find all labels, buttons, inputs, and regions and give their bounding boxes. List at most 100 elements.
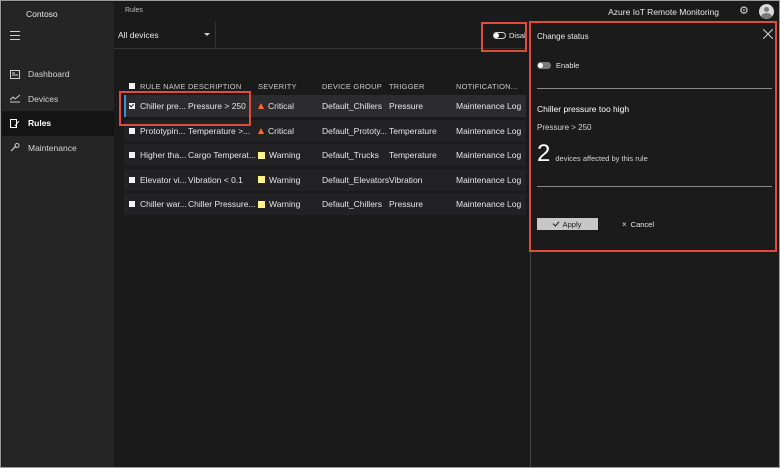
divider [537,186,772,187]
flyout-title: Change status [537,32,589,41]
rule-condition: Pressure > 250 [537,123,592,132]
sidebar-item-rules[interactable]: Rules [2,111,114,136]
change-status-flyout: Change status Enable Chiller pressure to… [530,22,779,467]
cell-severity: Critical [258,101,322,111]
enable-toggle[interactable]: Enable [537,61,579,70]
table-row[interactable]: Chiller pre... Pressure > 250 Critical D… [124,95,526,117]
cell-device-group: Default_Chillers [322,101,382,111]
header-device-group[interactable]: DEVICE GROUP [322,82,389,91]
cell-severity: Warning [258,199,322,209]
cell-severity: Critical [258,126,322,136]
row-checkbox[interactable] [124,152,140,158]
cell-rule-name: Elevator vi... [140,174,187,185]
brand-name: Contoso [26,9,58,19]
cell-device-group: Default_Elevators [322,174,389,185]
cell-rule-name: Chiller pre... [140,101,186,111]
cell-severity: Warning [258,175,322,185]
apply-button[interactable]: Apply [537,218,598,230]
cell-notification: Maintenance Log [456,101,522,111]
cell-device-group: Default_Prototy... [322,125,388,136]
table-row[interactable]: Higher tha... Cargo Temperat... Warning … [124,144,526,166]
toggle-switch-icon [493,32,506,39]
header-description[interactable]: DESCRIPTION [188,82,258,91]
top-bar: Rules Azure IoT Remote Monitoring ⚙ [114,2,779,22]
rules-grid: RULE NAME DESCRIPTION SEVERITY DEVICE GR… [124,77,526,218]
cell-device-group: Default_Trucks [322,150,379,160]
breadcrumb: Rules [125,7,143,14]
row-checkbox[interactable] [124,176,140,183]
sidebar-item-maintenance[interactable]: Maintenance [2,136,114,161]
toggle-label: Disable [509,31,526,40]
table-row[interactable]: Prototypin... Temperature >... Critical … [124,119,526,142]
sidebar: Contoso Dashboard Devices Rules Maintena… [2,2,114,467]
cell-rule-name: Higher tha... [140,150,187,160]
rules-main: All devices Disable RULE NAME DESCRIPTIO… [114,22,526,467]
sidebar-item-label: Dashboard [28,69,70,80]
hamburger-menu-icon[interactable] [10,31,20,40]
warning-icon [258,200,265,208]
apply-label: Apply [562,219,582,229]
sidebar-item-dashboard[interactable]: Dashboard [2,62,114,87]
cell-notification: Maintenance Log [456,174,522,185]
table-row[interactable]: Chiller war... Chiller Pressure... Warni… [124,193,526,215]
affected-devices: 2 devices affected by this rule [537,142,648,166]
chevron-down-icon [204,33,210,36]
severity-label: Warning [269,174,301,185]
filter-value: All devices [118,30,159,40]
row-checkbox[interactable] [124,201,140,207]
cell-notification: Maintenance Log [456,125,522,136]
row-checkbox[interactable] [124,103,140,109]
table-row[interactable]: Elevator vi... Vibration < 0.1 Warning D… [124,168,526,191]
sidebar-item-label: Devices [28,93,59,104]
header-severity[interactable]: SEVERITY [258,82,322,91]
cell-device-group: Default_Chillers [322,199,382,209]
maintenance-icon [10,143,20,152]
affected-label: devices affected by this rule [555,154,648,163]
sidebar-item-label: Rules [28,118,52,129]
cell-trigger: Temperature [389,125,437,136]
select-all-checkbox[interactable] [124,83,140,89]
sidebar-item-label: Maintenance [28,142,77,153]
device-group-filter[interactable]: All devices [114,22,216,48]
cell-trigger: Pressure [389,199,424,209]
cell-description: Pressure > 250 [188,101,246,111]
rules-icon [10,118,20,128]
rule-name: Chiller pressure too high [537,104,630,114]
severity-label: Critical [268,125,294,136]
cell-rule-name: Prototypin... [140,125,186,136]
sidebar-nav: Dashboard Devices Rules Maintenance [2,62,114,160]
cell-severity: Warning [258,150,322,160]
cell-rule-name: Chiller war... [140,199,187,209]
severity-label: Warning [269,150,301,160]
disable-toggle[interactable]: Disable [493,31,526,40]
cell-notification: Maintenance Log [456,150,522,160]
severity-label: Warning [269,199,301,209]
header-rule-name[interactable]: RULE NAME [140,82,188,91]
severity-label: Critical [268,101,294,111]
gear-icon[interactable]: ⚙ [739,6,750,17]
warning-icon [258,176,265,183]
sidebar-item-devices[interactable]: Devices [2,87,114,112]
row-checkbox[interactable] [124,127,140,134]
cell-trigger: Temperature [389,150,437,160]
critical-icon [258,103,264,109]
avatar[interactable] [759,4,774,19]
cell-notification: Maintenance Log [456,199,522,209]
dashboard-icon [10,69,20,79]
close-icon[interactable] [762,28,774,40]
cell-trigger: Pressure [389,101,424,111]
checkmark-icon [552,219,560,227]
critical-icon [258,127,264,134]
affected-count: 2 [537,140,551,167]
devices-icon [10,94,20,103]
header-trigger[interactable]: TRIGGER [389,82,456,91]
app-window: Contoso Dashboard Devices Rules Maintena… [0,0,780,468]
cell-description: Vibration < 0.1 [188,174,243,185]
toggle-switch-icon [537,62,551,69]
warning-icon [258,151,265,159]
cell-description: Cargo Temperat... [188,150,256,160]
divider [537,88,772,89]
cancel-button[interactable]: × Cancel [622,218,654,230]
header-notification[interactable]: NOTIFICATION... [456,82,526,91]
rules-toolbar: All devices Disable [114,22,526,49]
